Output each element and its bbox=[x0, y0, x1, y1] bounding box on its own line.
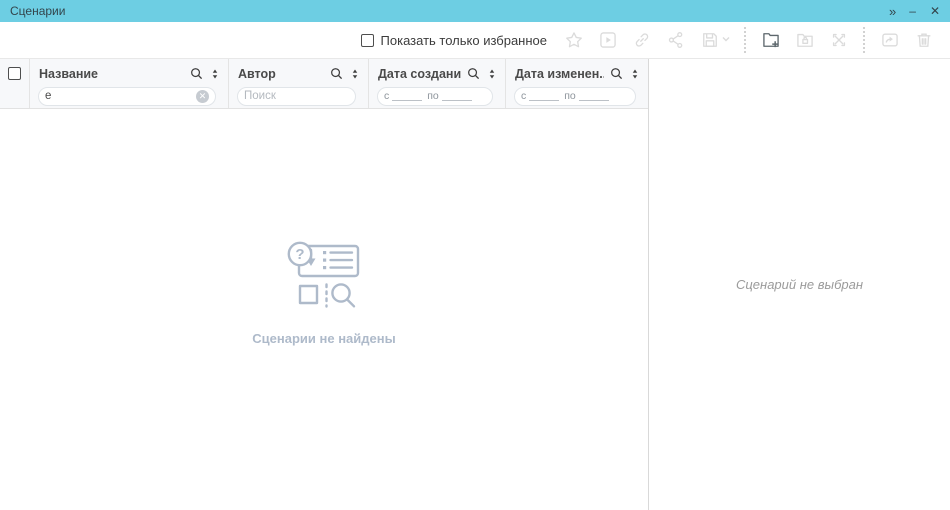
overflow-button[interactable]: » bbox=[889, 5, 895, 18]
date-to-label: по bbox=[427, 90, 439, 102]
date-from-input[interactable] bbox=[529, 92, 559, 101]
date-from-label: с bbox=[384, 90, 389, 102]
column-created-sort-button[interactable] bbox=[486, 67, 498, 81]
select-all-column bbox=[0, 59, 30, 108]
column-author-search-button[interactable] bbox=[329, 66, 344, 81]
date-to-input[interactable] bbox=[579, 92, 609, 101]
sort-icon bbox=[629, 67, 641, 81]
window-title: Сценарии bbox=[10, 4, 65, 18]
folder-lock-icon bbox=[795, 30, 815, 50]
titlebar: Сценарии » – ✕ bbox=[0, 0, 950, 22]
date-from-input[interactable] bbox=[392, 92, 422, 101]
author-filter-field bbox=[237, 87, 356, 106]
share-button[interactable] bbox=[665, 30, 686, 51]
app-window: Сценарии » – ✕ Показать только избранное bbox=[0, 0, 950, 510]
toolbar-separator bbox=[744, 27, 746, 53]
date-to-input[interactable] bbox=[442, 92, 472, 101]
create-folder-button[interactable] bbox=[760, 30, 781, 51]
search-icon bbox=[466, 66, 481, 81]
date-from-label: с bbox=[521, 90, 526, 102]
minimize-button[interactable]: – bbox=[909, 5, 916, 17]
modified-date-range-field[interactable]: с по bbox=[514, 87, 636, 106]
column-author-sort-button[interactable] bbox=[349, 67, 361, 81]
column-name: Название ✕ bbox=[30, 59, 229, 108]
created-date-range-field[interactable]: с по bbox=[377, 87, 493, 106]
column-author: Автор bbox=[229, 59, 369, 108]
name-filter-field: ✕ bbox=[38, 87, 216, 106]
trash-icon bbox=[914, 30, 934, 50]
select-all-checkbox[interactable] bbox=[8, 67, 21, 80]
close-button[interactable]: ✕ bbox=[930, 5, 940, 17]
search-icon bbox=[609, 66, 624, 81]
clear-filter-icon[interactable]: ✕ bbox=[196, 90, 209, 103]
no-selection-message: Сценарий не выбран bbox=[736, 277, 863, 292]
sort-icon bbox=[486, 67, 498, 81]
export-button[interactable] bbox=[879, 30, 900, 51]
favorite-star-button[interactable] bbox=[563, 30, 584, 51]
column-modified: Дата изменен... с по bbox=[506, 59, 648, 108]
star-icon bbox=[564, 30, 584, 50]
table-header: Название ✕ bbox=[0, 59, 648, 109]
copy-link-button[interactable] bbox=[631, 30, 652, 51]
name-filter-input[interactable] bbox=[45, 90, 196, 102]
column-name-sort-button[interactable] bbox=[209, 67, 221, 81]
no-results-illustration-icon: ? bbox=[272, 240, 376, 318]
favorites-only-toggle[interactable]: Показать только избранное bbox=[361, 33, 547, 48]
window-controls: » – ✕ bbox=[889, 5, 940, 18]
author-filter-input[interactable] bbox=[244, 90, 349, 102]
sort-icon bbox=[209, 67, 221, 81]
toolbar: Показать только избранное bbox=[0, 22, 950, 58]
folder-access-button[interactable] bbox=[794, 30, 815, 51]
share-icon bbox=[666, 30, 686, 50]
scenarios-list-body: ? Сценарии не найдены bbox=[0, 109, 648, 510]
sort-icon bbox=[349, 67, 361, 81]
link-icon bbox=[632, 30, 652, 50]
save-button[interactable] bbox=[699, 30, 720, 51]
column-created: Дата создания с по bbox=[369, 59, 506, 108]
column-name-label: Название bbox=[39, 67, 184, 81]
save-button-group bbox=[699, 30, 730, 51]
export-icon bbox=[880, 30, 900, 50]
delete-button[interactable] bbox=[913, 30, 934, 51]
column-author-label: Автор bbox=[238, 67, 324, 81]
main-area: Название ✕ bbox=[0, 58, 950, 510]
favorites-checkbox-icon[interactable] bbox=[361, 34, 374, 47]
column-name-search-button[interactable] bbox=[189, 66, 204, 81]
column-created-search-button[interactable] bbox=[466, 66, 481, 81]
toolbar-separator bbox=[863, 27, 865, 53]
empty-list-message: Сценарии не найдены bbox=[252, 331, 395, 346]
search-icon bbox=[329, 66, 344, 81]
save-icon bbox=[700, 30, 720, 50]
column-modified-label: Дата изменен... bbox=[515, 67, 604, 81]
column-modified-search-button[interactable] bbox=[609, 66, 624, 81]
scenario-detail-pane: Сценарий не выбран bbox=[649, 59, 950, 510]
search-icon bbox=[189, 66, 204, 81]
chevron-down-icon bbox=[722, 35, 730, 43]
column-modified-sort-button[interactable] bbox=[629, 67, 641, 81]
question-mark-glyph: ? bbox=[295, 246, 304, 263]
save-dropdown-button[interactable] bbox=[722, 30, 730, 48]
empty-state: ? Сценарии не найдены bbox=[252, 240, 395, 346]
scenarios-list-pane: Название ✕ bbox=[0, 59, 649, 510]
folder-plus-icon bbox=[761, 30, 781, 50]
move-button[interactable] bbox=[828, 30, 849, 51]
column-created-label: Дата создания bbox=[378, 67, 461, 81]
move-arrows-icon bbox=[829, 30, 849, 50]
run-scenario-button[interactable] bbox=[597, 30, 618, 51]
date-to-label: по bbox=[564, 90, 576, 102]
play-icon bbox=[598, 30, 618, 50]
favorites-only-label: Показать только избранное bbox=[381, 33, 547, 48]
